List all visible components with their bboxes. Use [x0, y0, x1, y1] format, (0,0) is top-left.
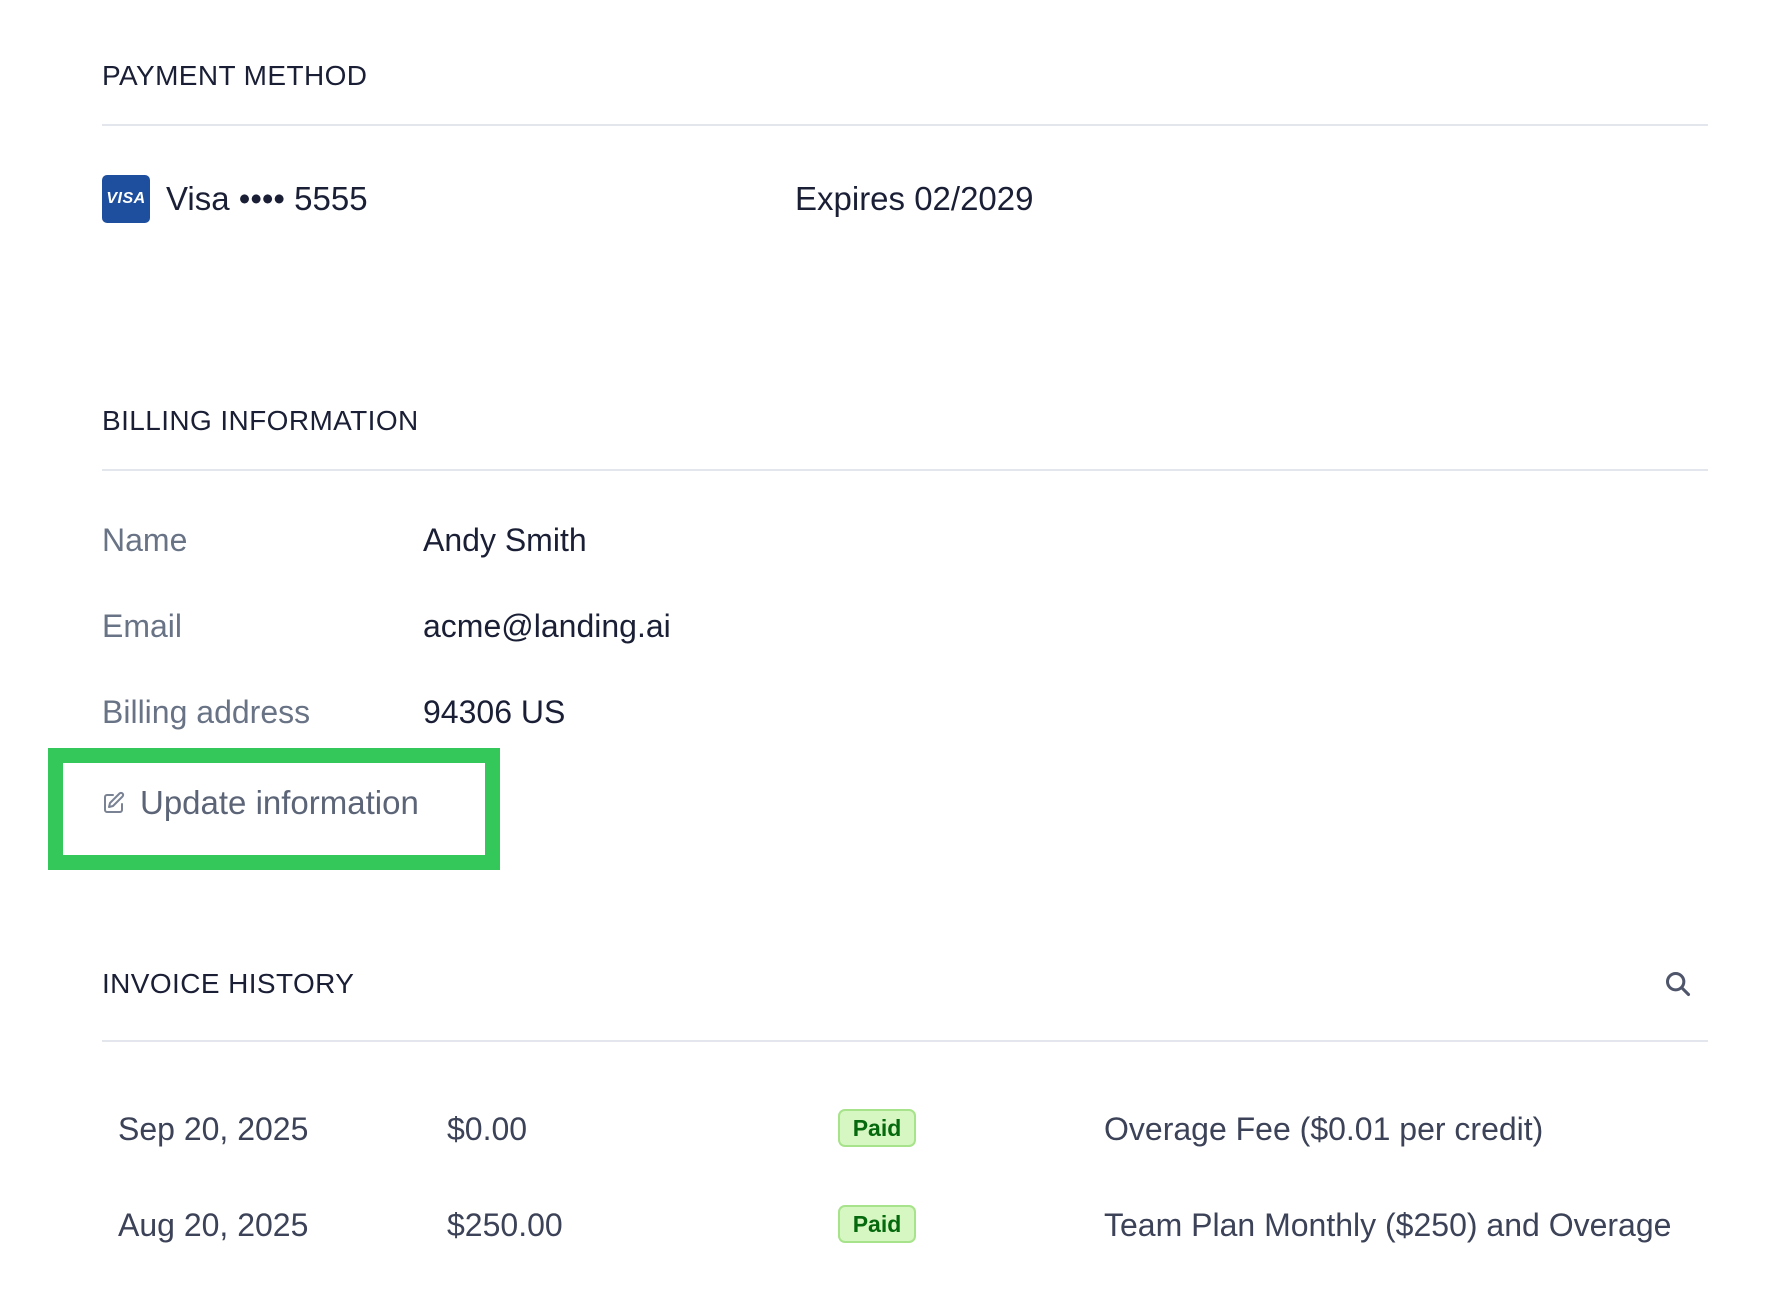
name-value: Andy Smith — [423, 522, 587, 558]
billing-information-divider — [102, 469, 1708, 471]
email-label: Email — [102, 608, 183, 644]
status-badge: Paid — [838, 1205, 916, 1243]
billing-address-label: Billing address — [102, 694, 311, 730]
billing-information-title: BILLING INFORMATION — [102, 405, 419, 436]
invoice-date: Aug 20, 2025 — [118, 1207, 309, 1243]
name-label: Name — [102, 522, 188, 558]
invoice-date: Sep 20, 2025 — [118, 1111, 309, 1147]
payment-method-divider — [102, 124, 1708, 126]
search-icon[interactable] — [1664, 970, 1692, 998]
update-information-button[interactable]: Update information — [102, 784, 419, 822]
visa-card-icon-text: VISA — [106, 190, 146, 207]
invoice-description: Overage Fee ($0.01 per credit) — [1104, 1111, 1544, 1147]
invoice-amount: $250.00 — [447, 1207, 563, 1243]
edit-icon — [104, 791, 125, 813]
card-expiry: Expires 02/2029 — [795, 180, 1034, 217]
invoice-history-divider — [102, 1040, 1708, 1042]
card-label: Visa •••• 5555 — [166, 180, 368, 217]
visa-card-icon: VISA — [102, 175, 150, 223]
email-value: acme@landing.ai — [423, 608, 671, 644]
status-badge: Paid — [838, 1109, 916, 1147]
billing-address-value: 94306 US — [423, 694, 566, 730]
invoice-description: Team Plan Monthly ($250) and Overage — [1104, 1207, 1672, 1243]
update-information-label: Update information — [140, 784, 419, 821]
payment-method-title: PAYMENT METHOD — [102, 60, 368, 91]
invoice-history-title: INVOICE HISTORY — [102, 968, 355, 999]
invoice-amount: $0.00 — [447, 1111, 528, 1147]
